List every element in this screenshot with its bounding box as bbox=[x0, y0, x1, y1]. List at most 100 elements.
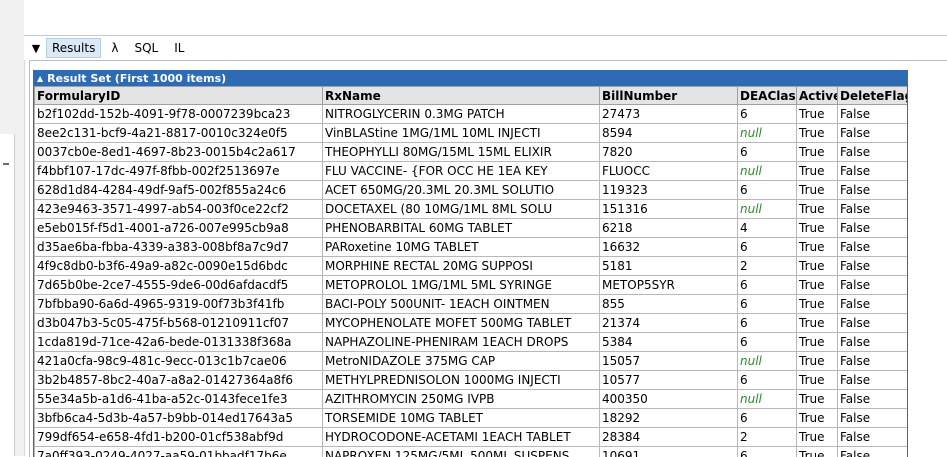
cell-formulary-id: 423e9463-3571-4997-ab54-003f0ce22cf2 bbox=[35, 200, 323, 219]
cell-dea-class: null bbox=[738, 124, 797, 143]
cell-active: True bbox=[797, 409, 838, 428]
cell-dea-class: 6 bbox=[738, 105, 797, 124]
cell-bill-number: 10691 bbox=[600, 447, 738, 457]
table-row: 3bfb6ca4-5d3b-4a57-b9bb-014ed17643a5TORS… bbox=[35, 409, 908, 428]
table-row: 0037cb0e-8ed1-4697-8b23-0015b4c2a617THEO… bbox=[35, 143, 908, 162]
cell-active: True bbox=[797, 143, 838, 162]
cell-active: True bbox=[797, 105, 838, 124]
cell-bill-number: 6218 bbox=[600, 219, 738, 238]
column-header-active[interactable]: Active bbox=[797, 87, 838, 105]
cell-delete-flag: False bbox=[838, 162, 908, 181]
cell-rx-name: TORSEMIDE 10MG TABLET bbox=[323, 409, 600, 428]
cell-rx-name: BACI-POLY 500UNIT- 1EACH OINTMEN bbox=[323, 295, 600, 314]
cell-bill-number: 119323 bbox=[600, 181, 738, 200]
cell-active: True bbox=[797, 333, 838, 352]
cell-formulary-id: 55e34a5b-a1d6-41ba-a52c-0143fece1fe3 bbox=[35, 390, 323, 409]
results-tab-bar: ▼ Results λ SQL IL bbox=[24, 36, 947, 60]
cell-rx-name: MYCOPHENOLATE MOFET 500MG TABLET bbox=[323, 314, 600, 333]
cell-bill-number: 8594 bbox=[600, 124, 738, 143]
cell-dea-class: null bbox=[738, 200, 797, 219]
cell-bill-number: 5384 bbox=[600, 333, 738, 352]
cell-bill-number: METOP5SYR bbox=[600, 276, 738, 295]
cell-formulary-id: f4bbf107-17dc-497f-8fbb-002f2513697e bbox=[35, 162, 323, 181]
cell-delete-flag: False bbox=[838, 105, 908, 124]
panel-splitter-mark[interactable] bbox=[3, 163, 9, 165]
cell-dea-class: 6 bbox=[738, 314, 797, 333]
collapse-up-icon[interactable]: ▲ bbox=[37, 71, 43, 86]
query-editor[interactable] bbox=[24, 0, 947, 36]
column-header-dea-class[interactable]: DEAClass bbox=[738, 87, 797, 105]
cell-formulary-id: b2f102dd-152b-4091-9f78-0007239bca23 bbox=[35, 105, 323, 124]
cell-delete-flag: False bbox=[838, 295, 908, 314]
cell-active: True bbox=[797, 276, 838, 295]
cell-dea-class: 6 bbox=[738, 276, 797, 295]
cell-dea-class: 6 bbox=[738, 295, 797, 314]
tab-results[interactable]: Results bbox=[46, 38, 101, 58]
column-header-bill-number[interactable]: BillNumber bbox=[600, 87, 738, 105]
column-header-formulary-id[interactable]: FormularyID bbox=[35, 87, 323, 105]
table-row: 421a0cfa-98c9-481c-9ecc-013c1b7cae06Metr… bbox=[35, 352, 908, 371]
table-row: 8ee2c131-bcf9-4a21-8817-0010c324e0f5VinB… bbox=[35, 124, 908, 143]
cell-delete-flag: False bbox=[838, 428, 908, 447]
cell-active: True bbox=[797, 219, 838, 238]
cell-dea-class: null bbox=[738, 162, 797, 181]
cell-formulary-id: 0037cb0e-8ed1-4697-8b23-0015b4c2a617 bbox=[35, 143, 323, 162]
column-header-row: FormularyIDRxNameBillNumberDEAClassActiv… bbox=[35, 87, 908, 105]
cell-bill-number: 7820 bbox=[600, 143, 738, 162]
cell-formulary-id: 3b2b4857-8bc2-40a7-a8a2-01427364a8f6 bbox=[35, 371, 323, 390]
cell-delete-flag: False bbox=[838, 390, 908, 409]
tab-il[interactable]: IL bbox=[168, 38, 190, 58]
cell-dea-class: null bbox=[738, 352, 797, 371]
cell-delete-flag: False bbox=[838, 257, 908, 276]
table-row: 628d1d84-4284-49df-9af5-002f855a24c6ACET… bbox=[35, 181, 908, 200]
table-row: 4f9c8db0-b3f6-49a9-a82c-0090e15d6bdcMORP… bbox=[35, 257, 908, 276]
cell-dea-class: 6 bbox=[738, 143, 797, 162]
column-header-rx-name[interactable]: RxName bbox=[323, 87, 600, 105]
collapse-toggle-icon[interactable]: ▼ bbox=[26, 42, 46, 55]
cell-dea-class: 6 bbox=[738, 181, 797, 200]
cell-active: True bbox=[797, 371, 838, 390]
table-row: d3b047b3-5c05-475f-b568-01210911cf07MYCO… bbox=[35, 314, 908, 333]
cell-bill-number: 10577 bbox=[600, 371, 738, 390]
result-set-header[interactable]: ▲ Result Set (First 1000 items) bbox=[34, 71, 907, 86]
cell-formulary-id: 3bfb6ca4-5d3b-4a57-b9bb-014ed17643a5 bbox=[35, 409, 323, 428]
cell-active: True bbox=[797, 314, 838, 333]
cell-delete-flag: False bbox=[838, 219, 908, 238]
cell-delete-flag: False bbox=[838, 314, 908, 333]
cell-formulary-id: 4f9c8db0-b3f6-49a9-a82c-0090e15d6bdc bbox=[35, 257, 323, 276]
cell-bill-number: 855 bbox=[600, 295, 738, 314]
table-row: b2f102dd-152b-4091-9f78-0007239bca23NITR… bbox=[35, 105, 908, 124]
tab-sql[interactable]: SQL bbox=[128, 38, 164, 58]
cell-formulary-id: 7a0ff393-0249-4027-aa59-01bbadf17b6e bbox=[35, 447, 323, 457]
tab-lambda[interactable]: λ bbox=[105, 38, 124, 58]
cell-rx-name: THEOPHYLLI 80MG/15ML 15ML ELIXIR bbox=[323, 143, 600, 162]
cell-delete-flag: False bbox=[838, 333, 908, 352]
cell-bill-number: 21374 bbox=[600, 314, 738, 333]
results-grid: FormularyIDRxNameBillNumberDEAClassActiv… bbox=[34, 86, 908, 457]
cell-rx-name: ACET 650MG/20.3ML 20.3ML SOLUTIO bbox=[323, 181, 600, 200]
cell-bill-number: 16632 bbox=[600, 238, 738, 257]
cell-rx-name: AZITHROMYCIN 250MG IVPB bbox=[323, 390, 600, 409]
cell-bill-number: 400350 bbox=[600, 390, 738, 409]
cell-active: True bbox=[797, 257, 838, 276]
table-row: 7bfbba90-6a6d-4965-9319-00f73b3f41fbBACI… bbox=[35, 295, 908, 314]
cell-dea-class: 4 bbox=[738, 219, 797, 238]
cell-rx-name: NAPHAZOLINE-PHENIRAM 1EACH DROPS bbox=[323, 333, 600, 352]
result-set-panel: ▲ Result Set (First 1000 items) Formular… bbox=[33, 70, 908, 457]
column-header-delete-flag[interactable]: DeleteFlag bbox=[838, 87, 908, 105]
cell-active: True bbox=[797, 181, 838, 200]
cell-active: True bbox=[797, 124, 838, 143]
table-row: 7a0ff393-0249-4027-aa59-01bbadf17b6eNAPR… bbox=[35, 447, 908, 457]
cell-bill-number: 5181 bbox=[600, 257, 738, 276]
table-row: d35ae6ba-fbba-4339-a383-008bf8a7c9d7PARo… bbox=[35, 238, 908, 257]
cell-dea-class: 6 bbox=[738, 371, 797, 390]
cell-delete-flag: False bbox=[838, 409, 908, 428]
cell-delete-flag: False bbox=[838, 200, 908, 219]
cell-dea-class: 6 bbox=[738, 409, 797, 428]
table-row: 1cda819d-71ce-42a6-bede-0131338f368aNAPH… bbox=[35, 333, 908, 352]
table-row: 799df654-e658-4fd1-b200-01cf538abf9dHYDR… bbox=[35, 428, 908, 447]
cell-dea-class: 6 bbox=[738, 238, 797, 257]
cell-dea-class: null bbox=[738, 390, 797, 409]
cell-formulary-id: 7bfbba90-6a6d-4965-9319-00f73b3f41fb bbox=[35, 295, 323, 314]
cell-active: True bbox=[797, 238, 838, 257]
